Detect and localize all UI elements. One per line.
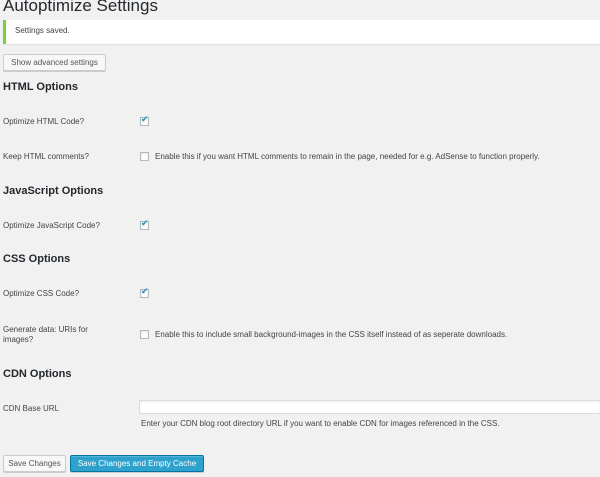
save-and-empty-cache-button[interactable]: Save Changes and Empty Cache [70, 455, 204, 472]
settings-page: Autoptimize Settings Settings saved. Sho… [0, 0, 600, 477]
save-changes-button[interactable]: Save Changes [3, 455, 66, 472]
optimize-css-checkbox[interactable] [140, 287, 149, 298]
cdn-base-url-label: CDN Base URL [3, 404, 60, 413]
optimize-html-label: Optimize HTML Code? [3, 117, 85, 126]
keep-html-comments-checkbox[interactable] [140, 152, 149, 161]
cdn-base-url-input[interactable] [139, 400, 600, 414]
generate-data-uris-label: Generate data: URIs for images? [3, 325, 88, 344]
page-title: Autoptimize Settings [3, 0, 158, 15]
notice-text: Settings saved. [15, 26, 70, 35]
css-options-heading: CSS Options [3, 253, 71, 265]
optimize-javascript-label: Optimize JavaScript Code? [3, 221, 100, 230]
cdn-options-heading: CDN Options [3, 368, 72, 380]
generate-data-uris-description: Enable this to include small background-… [155, 330, 508, 339]
keep-html-comments-label: Keep HTML comments? [3, 152, 89, 161]
html-options-heading: HTML Options [3, 81, 78, 93]
generate-data-uris-checkbox[interactable] [140, 330, 149, 339]
optimize-css-label: Optimize CSS Code? [3, 289, 80, 298]
show-advanced-settings-button[interactable]: Show advanced settings [3, 54, 106, 71]
settings-saved-notice: Settings saved. [3, 20, 600, 44]
cdn-base-url-description: Enter your CDN blog root directory URL i… [141, 419, 500, 428]
optimize-html-checkbox[interactable] [140, 115, 149, 126]
javascript-options-heading: JavaScript Options [3, 185, 104, 197]
optimize-javascript-checkbox[interactable] [140, 219, 149, 230]
keep-html-comments-description: Enable this if you want HTML comments to… [155, 152, 540, 161]
